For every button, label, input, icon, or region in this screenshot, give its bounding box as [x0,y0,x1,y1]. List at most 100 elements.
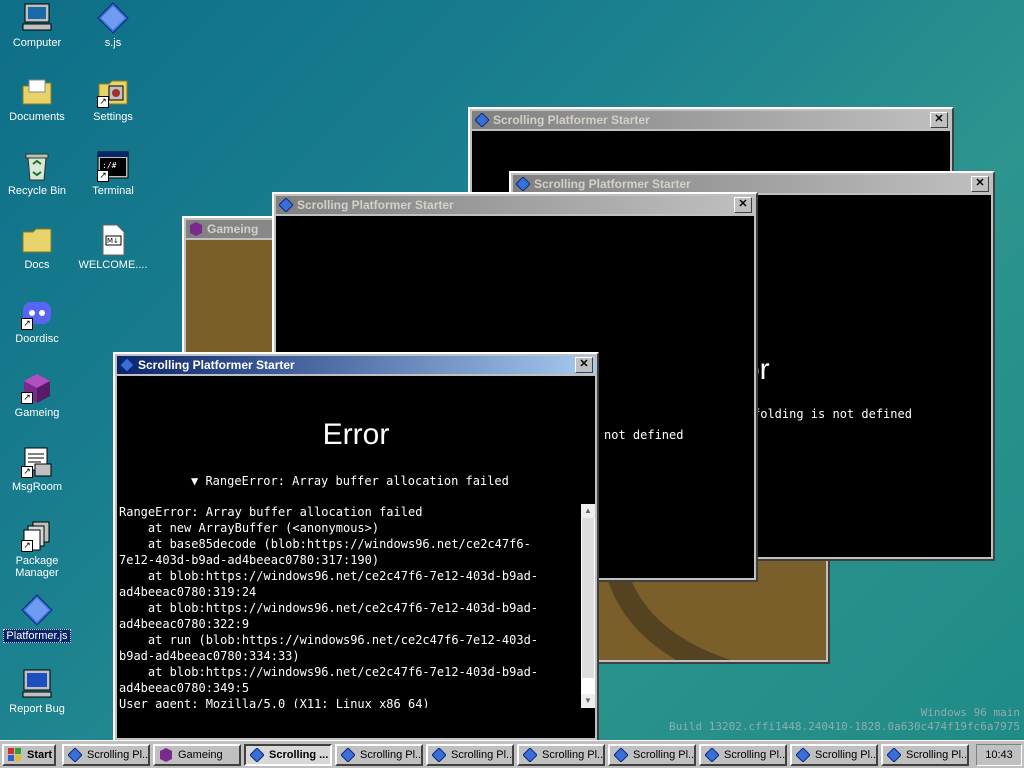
window-title: Scrolling Platformer Starter [493,113,650,127]
desktop-icon-computer[interactable]: Computer [0,2,74,49]
desktop-icon-label: WELCOME.... [78,259,148,271]
recycle-bin-icon [21,150,53,182]
desktop-icon-sjs[interactable]: s.js [76,2,150,49]
stack-trace-line: at blob:https://windows96.net/ce2c47f6-7… [119,569,539,583]
desktop-icon-recycle-bin[interactable]: Recycle Bin [0,150,74,197]
desktop-icon-documents[interactable]: Documents [0,76,74,123]
desktop-icon-label: Gameing [14,407,60,419]
desktop-icon-doordisc[interactable]: ↗ Doordisc [0,298,74,345]
stack-trace-line: ad4beeac0780:349:5 [119,681,250,695]
taskbar-button[interactable]: Scrolling Pl... [426,744,514,766]
desktop-icon-label: Terminal [92,185,134,197]
gameing-cube-icon [160,748,172,762]
app-diamond-icon [614,748,628,762]
app-diamond-icon [796,748,810,762]
start-button[interactable]: Start [2,744,56,766]
taskbar-button-label: Scrolling ... [269,749,329,761]
window-titlebar[interactable]: Scrolling Platformer Starter ✕ [276,196,754,214]
window-title: Scrolling Platformer Starter [297,198,454,212]
stack-trace-line: at base85decode (blob:https://windows96.… [119,537,531,551]
start-label: Start [27,749,53,761]
gameing-cube-icon [190,222,202,236]
desktop-icon-label: Recycle Bin [7,185,67,197]
taskbar-button[interactable]: Gameing [153,744,241,766]
window-titlebar[interactable]: Scrolling Platformer Starter ✕ [117,356,595,374]
taskbar-button[interactable]: Scrolling Pl... [699,744,787,766]
doordisc-icon: ↗ [21,298,53,330]
stack-trace-line: RangeError: Array buffer allocation fail… [119,505,423,519]
stack-scrollbar[interactable]: ▲ ▼ [581,504,595,708]
build-watermark-line1: Windows 96 main [920,706,1020,719]
taskbar-button[interactable]: Scrolling Pl... [62,744,150,766]
taskbar-button-active[interactable]: Scrolling ... [244,744,332,766]
app-diamond-icon [705,748,719,762]
stack-trace-line: ad4beeac0780:319:24 [119,585,257,599]
svg-text:M↓: M↓ [107,237,119,245]
close-button[interactable]: ✕ [930,112,948,128]
desktop-icon-msgroom[interactable]: ↗ MsgRoom [0,446,74,493]
gameing-cube-icon: ↗ [21,372,53,404]
taskbar-clock: 10:43 [976,744,1022,766]
desktop-icon-label: Computer [12,37,62,49]
desktop-icon-label: Package Manager [15,555,59,579]
desktop-icon-label: Settings [93,111,133,123]
taskbar-button-label: Scrolling Pl... [360,749,423,761]
window-titlebar[interactable]: Scrolling Platformer Starter ✕ [472,111,950,129]
app-diamond-icon [279,198,293,212]
start-logo-icon [8,748,21,761]
error-summary-toggle[interactable]: ▼ RangeError: Array buffer allocation fa… [191,474,509,488]
app-diamond-icon [341,748,355,762]
window-title: Scrolling Platformer Starter [534,177,691,191]
desktop-icon-label: Platformer.js [3,629,71,643]
svg-text::/#: :/# [102,161,117,170]
desktop-icon-terminal[interactable]: :/# ↗ Terminal [76,150,150,197]
js-file-icon [21,594,53,626]
taskbar-button[interactable]: Scrolling Pl... [608,744,696,766]
taskbar-button[interactable]: Scrolling Pl... [517,744,605,766]
taskbar-button-label: Scrolling Pl... [87,749,150,761]
scroll-up-arrow[interactable]: ▲ [581,504,595,518]
stack-trace-line: 7e12-403d-b9ad-ad4beeac0780:317:190) [119,553,380,567]
stack-trace-line: at blob:https://windows96.net/ce2c47f6-7… [119,665,539,679]
desktop-icon-label: Documents [9,111,65,123]
app-diamond-icon [475,113,489,127]
close-button[interactable]: ✕ [971,176,989,192]
desktop-icon-docs[interactable]: Docs [0,224,74,271]
taskbar-button[interactable]: Scrolling Pl... [335,744,423,766]
build-watermark-line2: Build 13202.cffi1448.240410-1828.0a630c4… [669,720,1020,733]
scroll-down-arrow[interactable]: ▼ [581,694,595,708]
taskbar-button[interactable]: Scrolling Pl... [790,744,878,766]
desktop-icon-label: Report Bug [9,703,65,715]
desktop-icon-welcome[interactable]: M↓ WELCOME.... [76,224,150,271]
js-file-icon [97,2,129,34]
taskbar-button-label: Scrolling Pl... [815,749,878,761]
app-diamond-icon [516,177,530,191]
taskbar-button-label: Scrolling Pl... [542,749,605,761]
app-diamond-icon [523,748,537,762]
stack-trace-line: at blob:https://windows96.net/ce2c47f6-7… [119,601,539,615]
markdown-file-icon: M↓ [97,224,129,256]
desktop-icon-label: s.js [104,37,122,49]
desktop-icon-gameing[interactable]: ↗ Gameing [0,372,74,419]
taskbar-button-label: Scrolling Pl... [724,749,787,761]
app-diamond-icon [887,748,901,762]
desktop-icon-package-manager[interactable]: ↗ Package Manager [0,520,74,579]
error-client: Error ▼ RangeError: Array buffer allocat… [117,376,595,738]
computer-icon [21,2,53,34]
taskbar-button[interactable]: Scrolling Pl... [881,744,969,766]
taskbar: Start Scrolling Pl... Gameing Scrolling … [0,740,1024,768]
window-error-starter[interactable]: Scrolling Platformer Starter ✕ Error ▼ R… [113,352,599,740]
terminal-icon: :/# ↗ [97,150,129,182]
report-bug-icon [21,668,53,700]
close-button[interactable]: ✕ [575,357,593,373]
desktop-icon-report-bug[interactable]: Report Bug [0,668,74,715]
desktop-icon-platformer-js[interactable]: Platformer.js [0,594,74,643]
app-diamond-icon [120,358,134,372]
app-diamond-icon [432,748,446,762]
scroll-thumb[interactable] [582,518,594,678]
package-manager-icon: ↗ [21,520,53,552]
taskbar-button-label: Scrolling Pl... [633,749,696,761]
close-button[interactable]: ✕ [734,197,752,213]
window-titlebar[interactable]: Scrolling Platformer Starter ✕ [513,175,991,193]
desktop-icon-settings[interactable]: ↗ Settings [76,76,150,123]
